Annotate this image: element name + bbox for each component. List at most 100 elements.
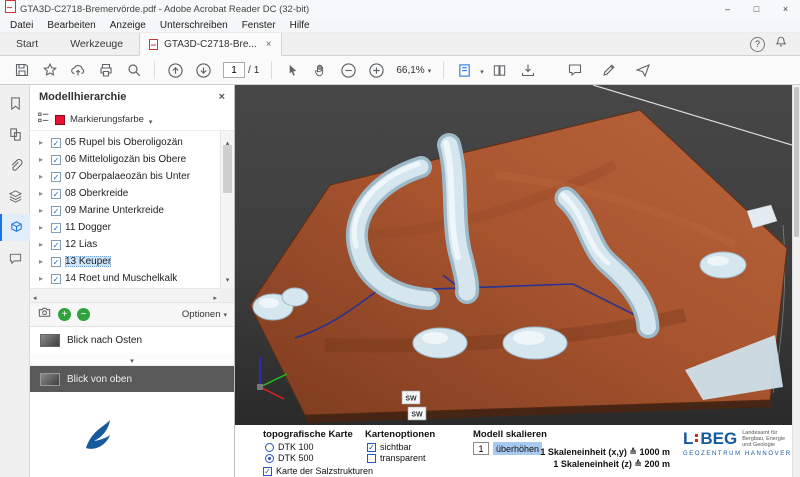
visible-checkbox[interactable] xyxy=(367,443,376,452)
layer-checkbox[interactable] xyxy=(51,257,61,267)
menu-unterschreiben[interactable]: Unterschreiben xyxy=(153,20,235,31)
camera-icon[interactable] xyxy=(37,305,52,325)
page-thumbnails-panel-icon[interactable] xyxy=(0,121,30,148)
next-page-icon[interactable] xyxy=(191,59,215,81)
cloud-upload-icon[interactable] xyxy=(66,59,90,81)
comments-panel-icon[interactable] xyxy=(0,245,30,272)
expander-icon[interactable] xyxy=(39,239,47,250)
expander-icon[interactable] xyxy=(39,188,47,199)
tree-row[interactable]: 07 Oberpalaeozän bis Unter xyxy=(30,168,220,185)
tab-start[interactable]: Start xyxy=(0,33,54,55)
tree-row[interactable]: 14 Roet und Muschelkalk xyxy=(30,270,220,287)
views-scroll-down[interactable] xyxy=(30,353,234,366)
menu-hilfe[interactable]: Hilfe xyxy=(283,20,317,31)
layers-panel-icon[interactable] xyxy=(0,183,30,210)
3d-model-canvas[interactable]: SW SW xyxy=(235,85,792,425)
attachments-panel-icon[interactable] xyxy=(0,152,30,179)
close-button[interactable]: × xyxy=(771,0,800,18)
scroll-down-icon[interactable] xyxy=(221,269,234,287)
maximize-button[interactable]: □ xyxy=(742,0,771,18)
tree-row-selected[interactable]: 13 Keuper xyxy=(30,253,220,270)
layer-checkbox[interactable] xyxy=(51,189,61,199)
expander-icon[interactable] xyxy=(39,154,47,165)
layer-checkbox[interactable] xyxy=(51,138,61,148)
tree-row[interactable]: 06 Mitteloligozän bis Obere xyxy=(30,151,220,168)
zoom-in-icon[interactable] xyxy=(364,59,388,81)
unit-z-label: 1 Skaleneinheit (z) ≙ 200 m xyxy=(530,459,670,470)
layer-checkbox[interactable] xyxy=(51,172,61,182)
comment-icon[interactable] xyxy=(563,59,587,81)
layer-checkbox[interactable] xyxy=(51,274,61,284)
menu-fenster[interactable]: Fenster xyxy=(235,20,283,31)
layer-checkbox[interactable] xyxy=(51,155,61,165)
fill-sign-pencil-icon[interactable] xyxy=(597,59,621,81)
tree-view-icon[interactable] xyxy=(37,111,50,129)
tree-row[interactable]: 08 Oberkreide xyxy=(30,185,220,202)
tab-werkzeuge[interactable]: Werkzeuge xyxy=(54,33,139,55)
tree-row[interactable]: 12 Lias xyxy=(30,236,220,253)
zoom-level-control[interactable]: 66,1% xyxy=(396,65,431,76)
expander-icon[interactable] xyxy=(39,137,47,148)
help-icon[interactable]: ? xyxy=(750,37,765,52)
star-icon[interactable] xyxy=(38,59,62,81)
download-tray-icon[interactable] xyxy=(516,59,540,81)
tree-horizontal-scrollbar[interactable] xyxy=(30,288,220,302)
transparent-checkbox[interactable] xyxy=(367,454,376,463)
tree-row[interactable]: 09 Marine Unterkreide xyxy=(30,202,220,219)
views-toolbar: Optionen xyxy=(30,303,234,327)
visible-checkbox-row[interactable]: sichtbar xyxy=(367,442,412,452)
menu-datei[interactable]: Datei xyxy=(3,20,40,31)
expander-icon[interactable] xyxy=(39,171,47,182)
previous-page-icon[interactable] xyxy=(163,59,187,81)
page-fit-icon[interactable] xyxy=(452,59,476,81)
chevron-down-icon[interactable] xyxy=(480,61,484,79)
search-icon[interactable] xyxy=(122,59,146,81)
add-view-icon[interactable] xyxy=(58,308,71,321)
tree-row[interactable]: 11 Dogger xyxy=(30,219,220,236)
zoom-out-icon[interactable] xyxy=(336,59,360,81)
dtk500-radio[interactable] xyxy=(265,454,274,463)
model-tree-panel-icon[interactable] xyxy=(0,214,30,241)
dtk500-radio-row[interactable]: DTK 500 xyxy=(265,453,314,463)
print-icon[interactable] xyxy=(94,59,118,81)
menu-bearbeiten[interactable]: Bearbeiten xyxy=(40,20,102,31)
scroll-left-icon[interactable] xyxy=(33,287,37,305)
dtk100-radio[interactable] xyxy=(265,443,274,452)
hand-tool-icon[interactable] xyxy=(308,59,332,81)
options-menu[interactable]: Optionen xyxy=(182,309,227,320)
expander-icon[interactable] xyxy=(39,222,47,233)
minimize-button[interactable]: – xyxy=(713,0,742,18)
scroll-right-icon[interactable] xyxy=(213,287,217,305)
chevron-down-icon[interactable] xyxy=(149,111,153,129)
scrollbar-thumb[interactable] xyxy=(223,145,232,193)
bookmarks-panel-icon[interactable] xyxy=(0,90,30,117)
layer-checkbox[interactable] xyxy=(51,240,61,250)
remove-view-icon[interactable] xyxy=(77,308,90,321)
dtk100-radio-row[interactable]: DTK 100 xyxy=(265,442,314,452)
tab-document[interactable]: GTA3D-C2718-Bre... × xyxy=(139,33,281,56)
menu-anzeige[interactable]: Anzeige xyxy=(103,20,153,31)
document-scrollbar[interactable] xyxy=(792,85,800,477)
view-item-blick-von-oben[interactable]: Blick von oben xyxy=(30,366,234,392)
tab-close-icon[interactable]: × xyxy=(266,39,272,50)
select-tool-icon[interactable] xyxy=(280,59,304,81)
save-icon[interactable] xyxy=(10,59,34,81)
layer-checkbox[interactable] xyxy=(51,223,61,233)
salt-map-checkbox[interactable] xyxy=(263,467,272,476)
tree-vertical-scrollbar[interactable] xyxy=(220,131,234,288)
two-page-view-icon[interactable] xyxy=(488,59,512,81)
page-number-input[interactable] xyxy=(223,62,245,78)
salt-map-checkbox-row[interactable]: Karte der Salzstrukturen xyxy=(263,466,373,476)
layer-checkbox[interactable] xyxy=(51,206,61,216)
expander-icon[interactable] xyxy=(39,205,47,216)
scale-factor-input[interactable] xyxy=(473,442,489,455)
marker-color-swatch[interactable] xyxy=(55,115,65,125)
scrollbar-thumb[interactable] xyxy=(794,87,799,237)
transparent-checkbox-row[interactable]: transparent xyxy=(367,453,426,463)
tree-row[interactable]: 05 Rupel bis Oberoligozän xyxy=(30,134,220,151)
expander-icon[interactable] xyxy=(39,256,47,267)
share-send-icon[interactable] xyxy=(631,59,655,81)
panel-close-icon[interactable]: × xyxy=(219,91,225,103)
expander-icon[interactable] xyxy=(39,273,47,284)
notification-bell-icon[interactable] xyxy=(774,35,788,54)
